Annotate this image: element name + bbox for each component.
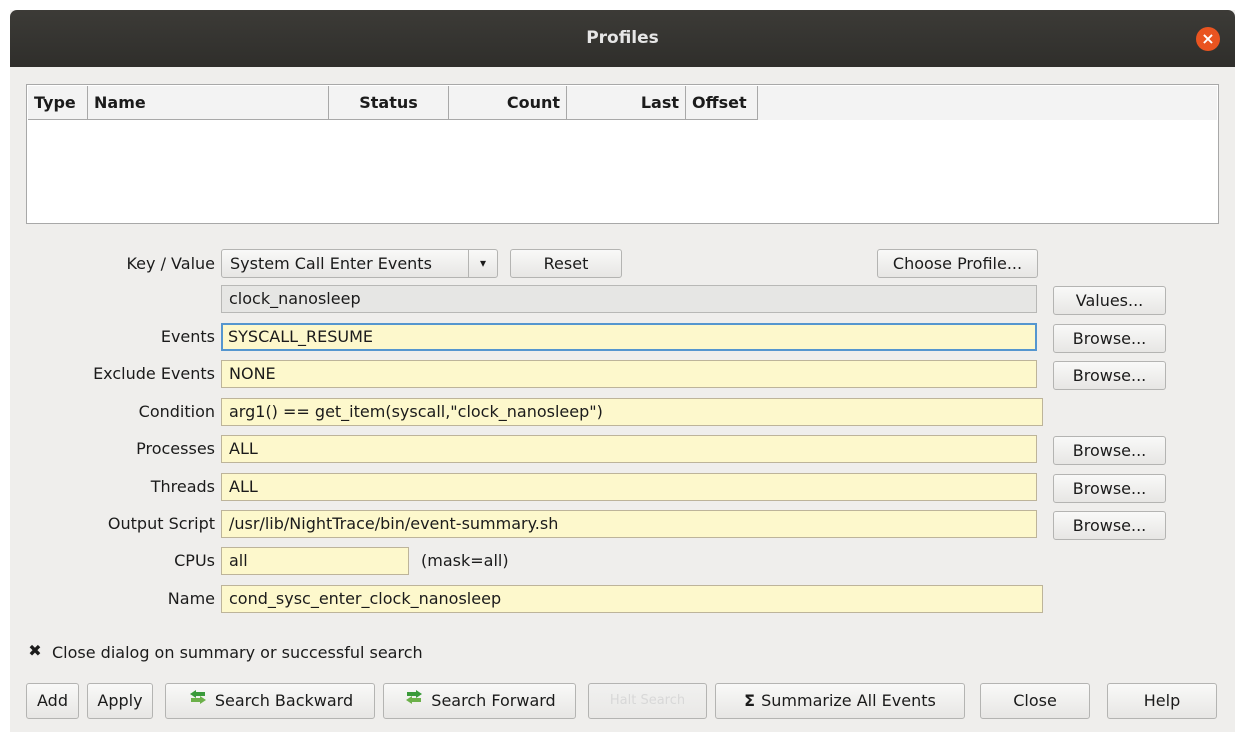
column-header-name[interactable]: Name bbox=[88, 86, 329, 120]
threads-browse-button[interactable]: Browse... bbox=[1053, 474, 1166, 503]
exclude-events-label: Exclude Events bbox=[93, 364, 215, 383]
values-button[interactable]: Values... bbox=[1053, 286, 1166, 315]
condition-label: Condition bbox=[138, 402, 215, 421]
cpus-label: CPUs bbox=[174, 551, 215, 570]
window-title: Profiles bbox=[586, 28, 659, 48]
close-dialog-label: Close dialog on summary or successful se… bbox=[52, 643, 423, 662]
search-backward-button[interactable]: Search Backward bbox=[165, 683, 375, 719]
help-button[interactable]: Help bbox=[1107, 683, 1217, 719]
key-value-selected: System Call Enter Events bbox=[230, 254, 432, 273]
output-script-label: Output Script bbox=[107, 514, 215, 533]
title-bar[interactable]: Profiles × bbox=[10, 10, 1235, 67]
apply-button[interactable]: Apply bbox=[87, 683, 153, 719]
profiles-dialog: Profiles × Type Name Status Count Last O… bbox=[10, 10, 1235, 732]
choose-profile-button[interactable]: Choose Profile... bbox=[877, 249, 1038, 278]
search-backward-icon bbox=[187, 685, 209, 719]
condition-field[interactable]: arg1() == get_item(syscall,"clock_nanosl… bbox=[221, 398, 1043, 426]
events-label: Events bbox=[160, 327, 215, 346]
column-header-last[interactable]: Last bbox=[567, 86, 686, 120]
exclude-events-field[interactable]: NONE bbox=[221, 360, 1037, 388]
table-header: Type Name Status Count Last Offset bbox=[28, 86, 1217, 120]
search-forward-button[interactable]: Search Forward bbox=[383, 683, 576, 719]
events-field[interactable]: SYSCALL_RESUME bbox=[221, 323, 1037, 351]
cpus-field[interactable]: all bbox=[221, 547, 409, 575]
close-dialog-checkbox[interactable]: ✖ bbox=[27, 643, 43, 659]
processes-field[interactable]: ALL bbox=[221, 435, 1037, 463]
events-browse-button[interactable]: Browse... bbox=[1053, 324, 1166, 353]
processes-label: Processes bbox=[136, 439, 215, 458]
search-forward-icon bbox=[403, 685, 425, 719]
column-header-type[interactable]: Type bbox=[28, 86, 88, 120]
threads-field[interactable]: ALL bbox=[221, 473, 1037, 501]
cpu-mask-text: (mask=all) bbox=[421, 551, 509, 570]
column-header-offset[interactable]: Offset bbox=[686, 86, 758, 120]
search-backward-label: Search Backward bbox=[214, 691, 354, 710]
key-value-field[interactable]: clock_nanosleep bbox=[221, 285, 1037, 313]
column-header-status[interactable]: Status bbox=[329, 86, 449, 120]
summarize-label: Summarize All Events bbox=[761, 691, 936, 710]
name-label: Name bbox=[167, 589, 215, 608]
halt-search-button[interactable]: Halt Search bbox=[588, 683, 707, 719]
sigma-icon: Σ bbox=[744, 691, 756, 710]
exclude-browse-button[interactable]: Browse... bbox=[1053, 361, 1166, 390]
close-window-icon[interactable]: × bbox=[1196, 27, 1220, 51]
reset-button[interactable]: Reset bbox=[510, 249, 622, 278]
column-header-count[interactable]: Count bbox=[449, 86, 567, 120]
summarize-all-events-button[interactable]: Σ Summarize All Events bbox=[715, 683, 965, 719]
output-script-field[interactable]: /usr/lib/NightTrace/bin/event-summary.sh bbox=[221, 510, 1037, 538]
search-forward-label: Search Forward bbox=[431, 691, 556, 710]
chevron-down-icon: ▾ bbox=[468, 250, 497, 277]
key-value-combo[interactable]: System Call Enter Events ▾ bbox=[221, 249, 498, 278]
profile-name-field[interactable]: cond_sysc_enter_clock_nanosleep bbox=[221, 585, 1043, 613]
threads-label: Threads bbox=[150, 477, 215, 496]
key-value-label: Key / Value bbox=[126, 254, 215, 273]
output-browse-button[interactable]: Browse... bbox=[1053, 511, 1166, 540]
profiles-table[interactable]: Type Name Status Count Last Offset bbox=[26, 84, 1219, 224]
close-button[interactable]: Close bbox=[980, 683, 1090, 719]
add-button[interactable]: Add bbox=[26, 683, 79, 719]
processes-browse-button[interactable]: Browse... bbox=[1053, 436, 1166, 465]
